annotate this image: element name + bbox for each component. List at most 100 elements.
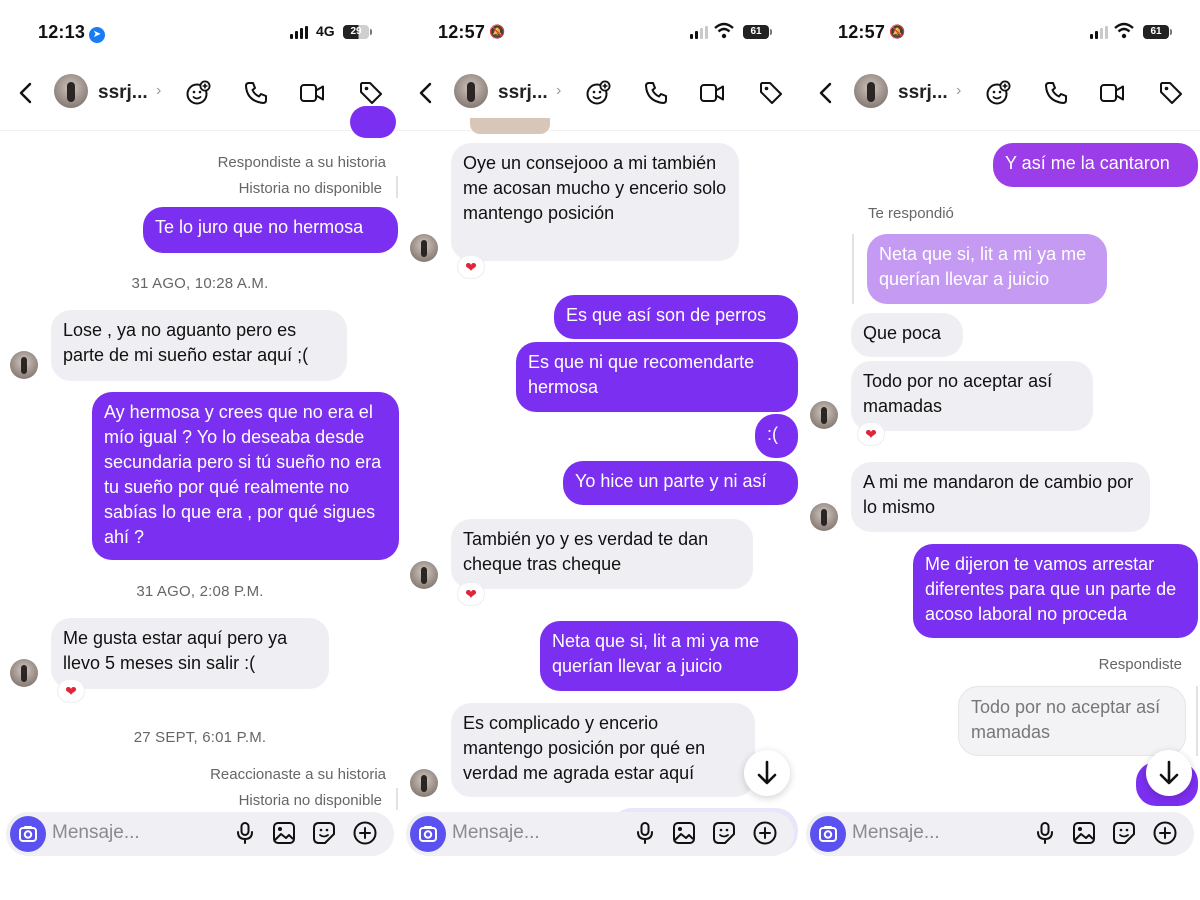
chat-header: ssrj... › (400, 70, 800, 116)
message-input[interactable]: Mensaje... (852, 822, 940, 844)
contact-username[interactable]: ssrj... (898, 82, 948, 104)
gallery-icon[interactable] (671, 820, 697, 846)
cellular-signal-icon (290, 26, 308, 39)
status-time: 12:57 🔕 (838, 22, 906, 42)
message-composer: Mensaje... (806, 812, 1194, 856)
sender-avatar (410, 769, 438, 797)
sender-avatar (410, 234, 438, 262)
status-bar: 12:57 🔕 61 (800, 22, 1200, 46)
message-bubble-outgoing[interactable]: Yo hice un parte y ni así (563, 461, 798, 505)
gallery-icon[interactable] (271, 820, 297, 846)
tag-icon[interactable] (357, 79, 385, 107)
shared-media-edge (470, 118, 550, 134)
sticker-icon[interactable] (1111, 820, 1137, 846)
phone-icon[interactable] (642, 79, 670, 107)
sender-avatar (410, 561, 438, 589)
story-unavailable-label: Historia no disponible (238, 180, 382, 197)
chevron-right-icon[interactable]: › (556, 82, 561, 100)
microphone-icon[interactable] (1032, 820, 1058, 846)
wifi-icon (1114, 22, 1134, 45)
reply-indicator-bar (396, 176, 398, 198)
message-bubble-outgoing[interactable]: Neta que si, lit a mi ya me querían llev… (540, 621, 798, 691)
camera-icon[interactable] (410, 816, 446, 852)
sticker-plus-icon[interactable] (984, 79, 1012, 107)
tag-icon[interactable] (757, 79, 785, 107)
microphone-icon[interactable] (632, 820, 658, 846)
tag-icon[interactable] (1157, 79, 1185, 107)
header-divider (0, 130, 400, 131)
camera-icon[interactable] (10, 816, 46, 852)
message-bubble-incoming[interactable]: A mi me mandaron de cambio por lo mismo (851, 462, 1150, 532)
arrow-down-icon (1159, 760, 1179, 785)
quoted-message[interactable]: Todo por no aceptar así mamadas (958, 686, 1186, 756)
video-camera-icon[interactable] (1098, 79, 1126, 107)
story-reaction-label: Reaccionaste a su historia (210, 766, 386, 783)
gallery-icon[interactable] (1071, 820, 1097, 846)
video-camera-icon[interactable] (298, 79, 326, 107)
message-bubble-outgoing[interactable]: Te lo juro que no hermosa (143, 207, 398, 253)
screenshot-collage: 12:13 ➤ 4G 29 ssrj... › Respondiste a su … (0, 0, 1200, 900)
sticker-plus-icon[interactable] (184, 79, 212, 107)
avatar[interactable] (54, 74, 88, 108)
chevron-right-icon[interactable]: › (956, 82, 961, 100)
sticker-icon[interactable] (711, 820, 737, 846)
heart-icon[interactable]: ❤ (458, 256, 484, 278)
message-bubble-outgoing[interactable]: Es que así son de perros (554, 295, 798, 339)
back-arrow-icon[interactable] (412, 79, 440, 107)
message-bubble-outgoing[interactable]: Es que ni que recomendarte hermosa (516, 342, 798, 412)
scroll-down-button[interactable] (1146, 750, 1192, 796)
plus-circle-icon[interactable] (352, 820, 378, 846)
video-camera-icon[interactable] (698, 79, 726, 107)
message-bubble-outgoing[interactable] (350, 106, 396, 138)
message-bubble-incoming[interactable]: Todo por no aceptar así mamadas (851, 361, 1093, 431)
contact-username[interactable]: ssrj... (98, 82, 148, 104)
battery-icon: 61 (743, 25, 772, 39)
header-divider (400, 130, 800, 131)
reply-indicator-bar (852, 234, 854, 304)
network-type: 4G (316, 23, 335, 39)
message-composer: Mensaje... (406, 812, 794, 856)
plus-circle-icon[interactable] (1152, 820, 1178, 846)
microphone-icon[interactable] (232, 820, 258, 846)
heart-icon[interactable]: ❤ (858, 423, 884, 445)
reply-indicator-bar (396, 788, 398, 810)
cellular-signal-icon (690, 26, 708, 39)
message-bubble-incoming[interactable]: También yo y es verdad te dan cheque tra… (451, 519, 753, 589)
scroll-down-button[interactable] (744, 750, 790, 796)
message-bubble-incoming[interactable]: Que poca (851, 313, 963, 357)
quoted-message[interactable]: Neta que si, lit a mi ya me querían llev… (867, 234, 1107, 304)
plus-circle-icon[interactable] (752, 820, 778, 846)
message-input[interactable]: Mensaje... (452, 822, 540, 844)
message-bubble-outgoing[interactable]: Ay hermosa y crees que no era el mío igu… (92, 392, 399, 560)
message-bubble-outgoing[interactable]: Y así me la cantaron (993, 143, 1198, 187)
reply-label: Respondiste (1098, 656, 1182, 673)
avatar[interactable] (854, 74, 888, 108)
phone-icon[interactable] (242, 79, 270, 107)
avatar[interactable] (454, 74, 488, 108)
chat-panel-1: 12:13 ➤ 4G 29 ssrj... › Respondiste a su … (0, 0, 400, 860)
chat-panel-2: 12:57 🔕 61 ssrj... › Oye un consejooo a m… (400, 0, 800, 860)
back-arrow-icon[interactable] (812, 79, 840, 107)
message-bubble-outgoing[interactable]: :( (755, 414, 798, 458)
sticker-plus-icon[interactable] (584, 79, 612, 107)
back-arrow-icon[interactable] (12, 79, 40, 107)
status-bar: 12:13 ➤ 4G 29 (0, 22, 400, 46)
heart-icon[interactable]: ❤ (58, 680, 84, 702)
date-separator: 27 SEPT, 6:01 P.M. (133, 729, 267, 746)
message-bubble-incoming[interactable]: Es complicado y encerio mantengo posició… (451, 703, 755, 797)
phone-icon[interactable] (1042, 79, 1070, 107)
message-bubble-incoming[interactable]: Me gusta estar aquí pero ya llevo 5 mese… (51, 618, 329, 689)
date-separator: 31 AGO, 10:28 A.M. (131, 275, 269, 292)
message-bubble-incoming[interactable]: Oye un consejooo a mi también me acosan … (451, 143, 739, 261)
heart-icon[interactable]: ❤ (458, 583, 484, 605)
camera-icon[interactable] (810, 816, 846, 852)
contact-username[interactable]: ssrj... (498, 82, 548, 104)
chat-panel-3: 12:57 🔕 61 ssrj... › Y así me la cantaron… (800, 0, 1200, 860)
chevron-right-icon[interactable]: › (156, 82, 161, 100)
chat-header: ssrj... › (0, 70, 400, 116)
date-separator: 31 AGO, 2:08 P.M. (136, 583, 264, 600)
message-input[interactable]: Mensaje... (52, 822, 140, 844)
message-bubble-incoming[interactable]: Lose , ya no aguanto pero es parte de mi… (51, 310, 347, 381)
sticker-icon[interactable] (311, 820, 337, 846)
message-bubble-outgoing[interactable]: Me dijeron te vamos arrestar diferentes … (913, 544, 1198, 638)
